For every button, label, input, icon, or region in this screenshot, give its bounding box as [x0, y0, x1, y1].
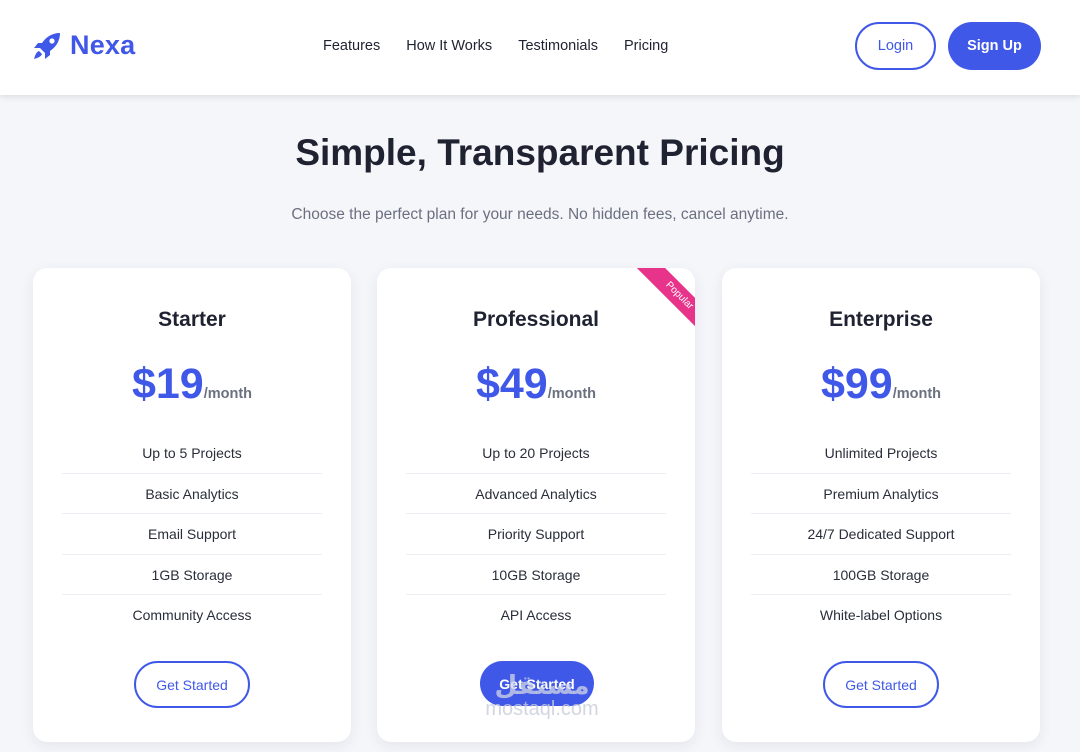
feature-item: 10GB Storage: [406, 555, 666, 595]
feature-item: Up to 20 Projects: [406, 433, 666, 474]
price-row: $99/month: [722, 360, 1040, 409]
signup-button[interactable]: Sign Up: [948, 22, 1041, 70]
feature-item: White-label Options: [819, 607, 943, 623]
feature-item: API Access: [500, 607, 572, 623]
page-title: Simple, Transparent Pricing: [295, 132, 785, 173]
feature-list: Unlimited Projects Premium Analytics 24/…: [751, 433, 1011, 636]
plan-period: /month: [203, 386, 253, 402]
plan-price: $49: [475, 360, 548, 408]
nav-link-testimonials[interactable]: Testimonials: [518, 38, 598, 54]
feature-item: 1GB Storage: [62, 555, 322, 595]
nav-link-how-it-works[interactable]: How It Works: [406, 38, 492, 54]
pricing-card-professional: Popular Professional $49/month Up to 20 …: [377, 268, 695, 742]
price-row: $19/month: [33, 360, 351, 409]
plan-period: /month: [547, 386, 597, 402]
feature-item: 24/7 Dedicated Support: [751, 514, 1011, 555]
plan-period: /month: [892, 386, 942, 402]
page-subtitle: Choose the perfect plan for your needs. …: [291, 206, 789, 223]
plan-name: Starter: [158, 308, 226, 331]
navbar: Nexa Features How It Works Testimonials …: [0, 0, 1080, 95]
main-nav: Features How It Works Testimonials Prici…: [323, 38, 694, 54]
feature-list: Up to 20 Projects Advanced Analytics Pri…: [406, 433, 666, 636]
plan-name: Professional: [472, 308, 600, 331]
feature-item: Advanced Analytics: [406, 474, 666, 514]
nav-link-pricing[interactable]: Pricing: [624, 38, 668, 54]
get-started-button-starter[interactable]: Get Started: [134, 661, 250, 708]
feature-item: 100GB Storage: [751, 555, 1011, 595]
brand-logo[interactable]: Nexa: [32, 30, 135, 61]
get-started-button-professional[interactable]: Get Started: [480, 661, 594, 706]
get-started-button-enterprise[interactable]: Get Started: [823, 661, 939, 708]
brand-name: Nexa: [70, 30, 136, 60]
feature-item: Email Support: [62, 514, 322, 555]
login-button[interactable]: Login: [855, 22, 936, 70]
feature-item: Priority Support: [406, 514, 666, 555]
plan-name: Enterprise: [829, 308, 933, 331]
nav-link-features[interactable]: Features: [323, 38, 380, 54]
feature-list: Up to 5 Projects Basic Analytics Email S…: [62, 433, 322, 636]
plan-price: $99: [820, 360, 893, 408]
feature-item: Basic Analytics: [62, 474, 322, 514]
rocket-icon: [32, 31, 62, 61]
feature-item: Community Access: [132, 607, 252, 623]
price-row: $49/month: [377, 360, 695, 409]
plan-price: $19: [131, 360, 204, 408]
feature-item: Premium Analytics: [751, 474, 1011, 514]
feature-item: Unlimited Projects: [751, 433, 1011, 474]
pricing-card-starter: Starter $19/month Up to 5 Projects Basic…: [33, 268, 351, 742]
feature-item: Up to 5 Projects: [62, 433, 322, 474]
pricing-card-enterprise: Enterprise $99/month Unlimited Projects …: [722, 268, 1040, 742]
